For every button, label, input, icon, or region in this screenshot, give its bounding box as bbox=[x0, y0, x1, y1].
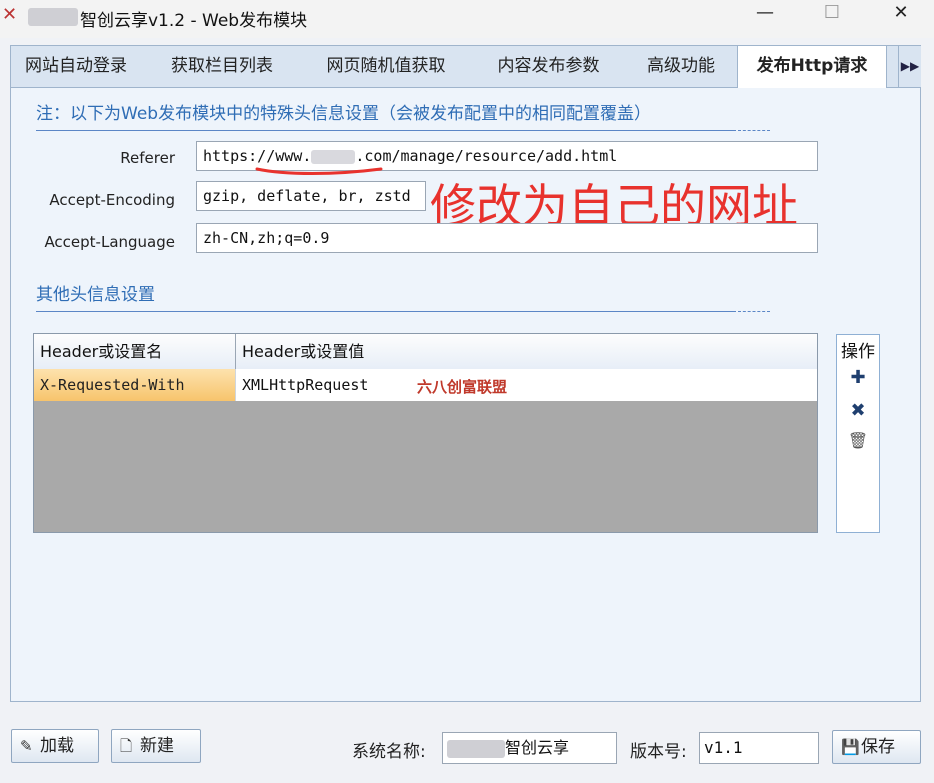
system-name-value: 智创云享 bbox=[505, 738, 570, 757]
system-name-label: 系统名称: bbox=[352, 742, 426, 762]
accept-encoding-label: Accept-Encoding bbox=[49, 191, 175, 209]
version-input[interactable]: v1.1 bbox=[699, 732, 819, 764]
tab-bar: 网站自动登录 获取栏目列表 网页随机值获取 内容发布参数 高级功能 发布Http… bbox=[11, 45, 921, 89]
tab-random-value[interactable]: 网页随机值获取 bbox=[306, 46, 466, 87]
headers-table[interactable]: Header或设置名 Header或设置值 X-Requested-With X… bbox=[33, 333, 818, 533]
tab-http-request[interactable]: 发布Http请求 bbox=[737, 45, 887, 89]
maximize-button[interactable]: ☐ bbox=[809, 0, 855, 30]
save-icon: 💾 bbox=[841, 738, 860, 756]
add-row-icon[interactable]: ✚ bbox=[837, 367, 879, 388]
accept-language-input[interactable]: zh-CN,zh;q=0.9 bbox=[196, 223, 818, 253]
tab-auto-login[interactable]: 网站自动登录 bbox=[11, 46, 141, 87]
header-note: 注：以下为Web发布模块中的特殊头信息设置（会被发布配置中的相同配置覆盖） bbox=[36, 104, 652, 124]
cell-header-name[interactable]: X-Requested-With bbox=[34, 369, 236, 401]
redacted-system-prefix bbox=[447, 739, 505, 758]
divider-dashed bbox=[738, 130, 770, 132]
tab-scroll-right-icon[interactable]: ▶▶ bbox=[898, 46, 921, 87]
new-button[interactable]: 🗋 新建 bbox=[111, 729, 201, 763]
accept-language-label: Accept-Language bbox=[44, 233, 175, 251]
load-button[interactable]: ✎ 加载 bbox=[11, 729, 99, 763]
app-icon: ✕ bbox=[2, 4, 18, 25]
other-headers-title: 其他头信息设置 bbox=[36, 285, 155, 305]
ops-panel: 操作 ✚ ✖ 🗑 bbox=[836, 334, 880, 533]
tab-advanced[interactable]: 高级功能 bbox=[626, 46, 736, 87]
cell-header-value[interactable]: XMLHttpRequest bbox=[236, 369, 817, 401]
red-underline-mark bbox=[255, 167, 383, 175]
save-button-label: 保存 bbox=[861, 737, 895, 757]
edit-icon: ✎ bbox=[20, 737, 33, 755]
close-button[interactable]: ✕ bbox=[878, 0, 924, 30]
system-name-input[interactable]: 智创云享 bbox=[442, 732, 617, 764]
tab-column-list[interactable]: 获取栏目列表 bbox=[151, 46, 293, 87]
column-header-value[interactable]: Header或设置值 bbox=[236, 334, 817, 369]
divider bbox=[36, 130, 736, 131]
watermark-text: 六八创富联盟 bbox=[417, 378, 508, 396]
new-button-label: 新建 bbox=[140, 736, 174, 756]
minimize-button[interactable]: — bbox=[742, 0, 788, 30]
remove-row-icon[interactable]: ✖ bbox=[837, 400, 879, 421]
title-bar: ✕ 智创云享v1.2 - Web发布模块 — ☐ ✕ bbox=[0, 0, 934, 38]
divider bbox=[36, 311, 736, 312]
divider-dashed bbox=[738, 311, 770, 313]
column-header-name[interactable]: Header或设置名 bbox=[34, 334, 236, 369]
referer-label: Referer bbox=[120, 149, 175, 167]
tab-publish-params[interactable]: 内容发布参数 bbox=[476, 46, 621, 87]
redacted-title-prefix bbox=[28, 8, 78, 26]
load-button-label: 加载 bbox=[40, 736, 74, 756]
window-title: 智创云享v1.2 - Web发布模块 bbox=[80, 11, 308, 31]
version-label: 版本号: bbox=[630, 742, 687, 762]
accept-encoding-input[interactable]: gzip, deflate, br, zstd bbox=[196, 181, 426, 211]
table-header: Header或设置名 Header或设置值 bbox=[34, 334, 817, 370]
trash-icon[interactable]: 🗑 bbox=[837, 431, 879, 450]
file-icon: 🗋 bbox=[120, 737, 133, 755]
save-button[interactable]: 💾保存 bbox=[832, 730, 921, 764]
referer-suffix: .com/manage/resource/add.html bbox=[355, 147, 618, 165]
ops-title: 操作 bbox=[841, 342, 875, 362]
